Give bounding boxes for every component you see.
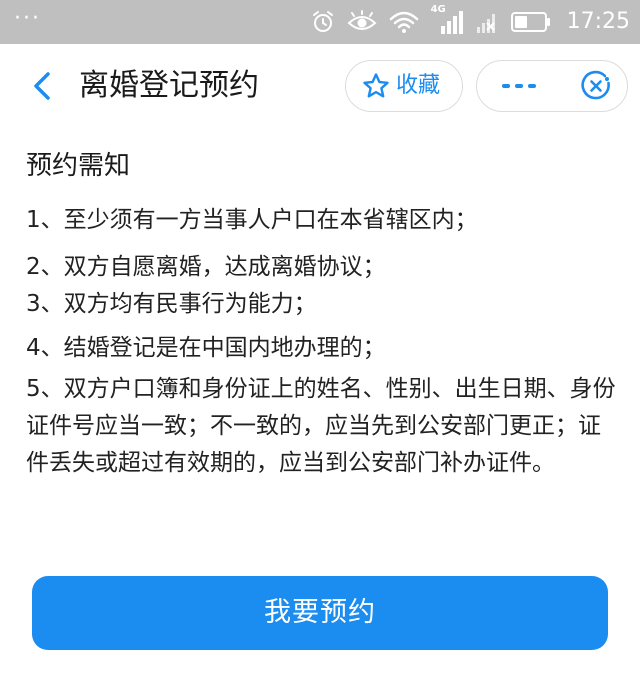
status-icons: 4G 17:25 [311,0,630,44]
back-button[interactable] [22,66,62,106]
status-time: 17:25 [566,9,630,34]
book-appointment-label: 我要预约 [264,597,376,628]
mini-program-capsule [476,60,628,112]
favorite-label: 收藏 [396,73,441,98]
favorite-button[interactable]: 收藏 [345,60,463,112]
book-appointment-button[interactable]: 我要预约 [32,576,608,650]
more-dots-icon [502,84,536,88]
wifi-icon [389,10,419,34]
notice-item-2: 2、双方自愿离婚，达成离婚协议； [26,254,386,280]
more-button[interactable] [477,61,561,111]
notice-item-3: 3、双方均有民事行为能力； [26,291,317,317]
network-type-label: 4G [430,4,446,15]
signal-no-sim-icon [475,9,499,35]
notice-item-4: 4、结婚登记是在中国内地办理的； [26,335,386,361]
eye-icon [347,10,377,34]
close-circle-icon [581,70,610,100]
star-icon [363,73,389,98]
close-button[interactable] [565,61,627,111]
signal-4g-icon: 4G [430,4,463,36]
nav-bar: 离婚登记预约 收藏 [0,44,640,128]
battery-icon [510,11,551,33]
notice-item-1: 1、至少须有一方当事人户口在本省辖区内； [26,207,478,233]
status-bar: ··· 4G 17:25 [0,0,640,44]
alarm-icon [311,10,335,34]
page-title: 离婚登记预约 [79,68,259,103]
status-menu-dots: ··· [14,6,41,31]
chevron-left-icon [34,72,50,100]
notice-item-5: 5、双方户口簿和身份证上的姓名、性别、出生日期、身份证件号应当一致；不一致的，应… [26,376,616,476]
notice-title: 预约需知 [26,151,131,181]
